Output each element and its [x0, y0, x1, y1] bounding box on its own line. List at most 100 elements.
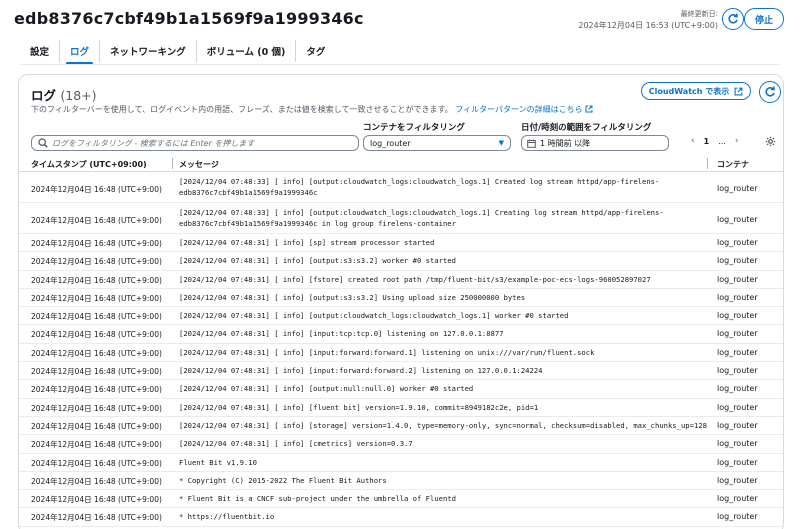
tab-tags[interactable]: タグ — [296, 40, 335, 62]
row-timestamp: 2024年12月04日 16:48 (UTC+9:00) — [31, 458, 162, 468]
row-container: log_router — [717, 311, 758, 321]
table-row[interactable]: 2024年12月04日 16:48 (UTC+9:00) [2024/12/04 … — [19, 362, 783, 381]
row-message: [2024/12/04 07:48:31] [ info] [fluent bi… — [179, 402, 539, 412]
container-filter-select[interactable]: log_router ▼ — [363, 135, 511, 151]
table-row[interactable]: 2024年12月04日 16:48 (UTC+9:00) [2024/12/04 … — [19, 344, 783, 363]
tab-settings[interactable]: 設定 — [20, 40, 61, 62]
table-row[interactable]: 2024年12月04日 16:48 (UTC+9:00) [2024/12/04 … — [19, 399, 783, 417]
row-message: * Fluent Bit is a CNCF sub-project under… — [179, 494, 456, 504]
row-timestamp: 2024年12月04日 16:48 (UTC+9:00) — [31, 275, 162, 285]
external-link-icon — [734, 87, 743, 95]
table-row[interactable]: 2024年12月04日 16:48 (UTC+9:00) [2024/12/04 … — [19, 252, 783, 271]
table-row[interactable]: 2024年12月04日 16:48 (UTC+9:00) [2024/12/04 … — [19, 234, 783, 253]
search-icon — [38, 138, 48, 148]
container-filter-label: コンテナをフィルタリング — [363, 123, 465, 133]
row-message: [2024/12/04 07:48:31] [ info] [output:cl… — [179, 311, 569, 321]
page-title: edb8376c7cbf49b1a1569f9a1999346c — [14, 9, 364, 28]
table-row[interactable]: 2024年12月04日 16:48 (UTC+9:00) * Fluent Bit… — [19, 490, 783, 509]
tab-divider — [20, 64, 780, 65]
row-timestamp: 2024年12月04日 16:48 (UTC+9:00) — [31, 257, 162, 267]
row-timestamp: 2024年12月04日 16:48 (UTC+9:00) — [31, 421, 162, 431]
cloudwatch-button-label: CloudWatch で表示 — [648, 86, 730, 96]
row-container: log_router — [717, 347, 758, 357]
tab-networking[interactable]: ネットワーキング — [100, 40, 197, 62]
table-row[interactable]: 2024年12月04日 16:48 (UTC+9:00) [2024/12/04 … — [19, 417, 783, 436]
row-container: log_router — [717, 439, 758, 449]
row-container: log_router — [717, 274, 758, 284]
table-row[interactable]: 2024年12月04日 16:48 (UTC+9:00) [2024/12/04 … — [19, 435, 783, 454]
row-message: [2024/12/04 07:48:31] [ info] [sp] strea… — [179, 238, 435, 247]
refresh-icon — [728, 13, 738, 24]
row-container: log_router — [717, 494, 758, 504]
row-timestamp: 2024年12月04日 16:48 (UTC+9:00) — [31, 293, 162, 303]
logs-title-text: ログ — [31, 88, 57, 103]
row-container: log_router — [717, 475, 758, 485]
chevron-right-icon[interactable]: › — [735, 136, 739, 146]
last-updated-value: 2024年12月04日 16:53 (UTC+9:00) — [578, 21, 718, 30]
filter-pattern-link[interactable]: フィルターパターンの詳細はこちら — [455, 105, 582, 114]
row-timestamp: 2024年12月04日 16:48 (UTC+9:00) — [31, 513, 162, 523]
table-row[interactable]: 2024年12月04日 16:48 (UTC+9:00) [2024/12/04 … — [19, 203, 783, 234]
page-ellipsis: ... — [718, 136, 726, 146]
date-range-filter[interactable]: 1 時間前 以降 — [521, 135, 669, 151]
row-container: log_router — [717, 457, 758, 467]
row-message: [2024/12/04 07:48:31] [ info] [input:for… — [179, 347, 595, 357]
stop-button[interactable]: 停止 — [744, 8, 784, 30]
column-divider — [172, 158, 173, 169]
row-message: [2024/12/04 07:48:31] [ info] [input:tcp… — [179, 329, 504, 339]
row-message: [2024/12/04 07:48:31] [ info] [storage] … — [179, 420, 707, 430]
column-header-timestamp[interactable]: タイムスタンプ (UTC+09:00) — [31, 159, 147, 170]
row-timestamp: 2024年12月04日 16:48 (UTC+9:00) — [31, 385, 162, 395]
row-container: log_router — [717, 329, 758, 339]
row-container: log_router — [717, 238, 758, 247]
row-container: log_router — [717, 384, 758, 394]
row-container: log_router — [717, 292, 758, 302]
refresh-button[interactable] — [722, 8, 744, 30]
table-row[interactable]: 2024年12月04日 16:48 (UTC+9:00) * Copyright … — [19, 472, 783, 491]
row-message: Fluent Bit v1.9.10 — [179, 457, 257, 467]
row-message: * Copyright (C) 2015-2022 The Fluent Bit… — [179, 475, 387, 485]
date-range-value: 1 時間前 以降 — [540, 138, 591, 148]
row-timestamp: 2024年12月04日 16:48 (UTC+9:00) — [31, 216, 162, 225]
row-timestamp: 2024年12月04日 16:48 (UTC+9:00) — [31, 367, 162, 377]
table-row[interactable]: 2024年12月04日 16:48 (UTC+9:00) [2024/12/04 … — [19, 289, 783, 308]
view-in-cloudwatch-button[interactable]: CloudWatch で表示 — [641, 82, 751, 100]
row-timestamp: 2024年12月04日 16:48 (UTC+9:00) — [31, 312, 162, 322]
row-container: log_router — [717, 402, 758, 412]
log-table: タイムスタンプ (UTC+09:00) メッセージ コンテナ 2024年12月0… — [19, 157, 783, 527]
logs-description: 下のフィルターバーを使用して、ログイベント内の用語、フレーズ、または値を検索して… — [31, 104, 593, 115]
row-message: [2024/12/04 07:48:31] [ info] [output:s3… — [179, 256, 456, 266]
logs-title: ログ (18+) — [31, 85, 97, 104]
tab-bar: 設定 ログ ネットワーキング ボリューム (0 個) タグ — [20, 40, 335, 65]
tab-logs[interactable]: ログ — [60, 40, 101, 65]
date-filter-label: 日付/時刻の範囲をフィルタリング — [521, 123, 652, 133]
row-container: log_router — [717, 366, 758, 376]
table-row[interactable]: 2024年12月04日 16:48 (UTC+9:00) [2024/12/04 … — [19, 307, 783, 326]
table-row[interactable]: 2024年12月04日 16:48 (UTC+9:00) [2024/12/04 … — [19, 271, 783, 289]
row-container: log_router — [717, 215, 758, 224]
column-header-container[interactable]: コンテナ — [717, 159, 749, 170]
table-row[interactable]: 2024年12月04日 16:48 (UTC+9:00) [2024/12/04 … — [19, 325, 783, 344]
row-message: [2024/12/04 07:48:31] [ info] [output:s3… — [179, 292, 526, 302]
container-filter-value: log_router — [370, 138, 411, 148]
row-timestamp: 2024年12月04日 16:48 (UTC+9:00) — [31, 476, 162, 486]
table-row[interactable]: 2024年12月04日 16:48 (UTC+9:00) [2024/12/04 … — [19, 380, 783, 399]
row-message: [2024/12/04 07:48:31] [ info] [output:nu… — [179, 384, 474, 394]
logs-refresh-button[interactable] — [759, 81, 781, 103]
page-current[interactable]: 1 — [704, 137, 710, 146]
table-row[interactable]: 2024年12月04日 16:48 (UTC+9:00) * https://fl… — [19, 508, 783, 527]
table-row[interactable]: 2024年12月04日 16:48 (UTC+9:00) Fluent Bit v… — [19, 454, 783, 472]
chevron-left-icon[interactable]: ‹ — [691, 136, 695, 146]
row-message: [2024/12/04 07:48:31] [ info] [cmetrics]… — [179, 439, 413, 449]
column-header-message[interactable]: メッセージ — [179, 159, 219, 170]
page-header: edb8376c7cbf49b1a1569f9a1999346c 最終更新日: … — [0, 0, 800, 40]
row-timestamp: 2024年12月04日 16:48 (UTC+9:00) — [31, 403, 162, 413]
row-timestamp: 2024年12月04日 16:48 (UTC+9:00) — [31, 495, 162, 505]
tab-volumes[interactable]: ボリューム (0 個) — [197, 40, 297, 62]
log-filter-placeholder: ログをフィルタリング - 検索するには Enter を押します — [52, 138, 255, 148]
log-filter-input[interactable]: ログをフィルタリング - 検索するには Enter を押します — [31, 135, 359, 151]
logs-panel: ログ (18+) 下のフィルターバーを使用して、ログイベント内の用語、フレーズ、… — [18, 74, 784, 529]
table-row[interactable]: 2024年12月04日 16:48 (UTC+9:00) [2024/12/04 … — [19, 172, 783, 203]
gear-icon[interactable] — [765, 136, 776, 147]
row-message: [2024/12/04 07:48:31] [ info] [input:for… — [179, 366, 543, 376]
